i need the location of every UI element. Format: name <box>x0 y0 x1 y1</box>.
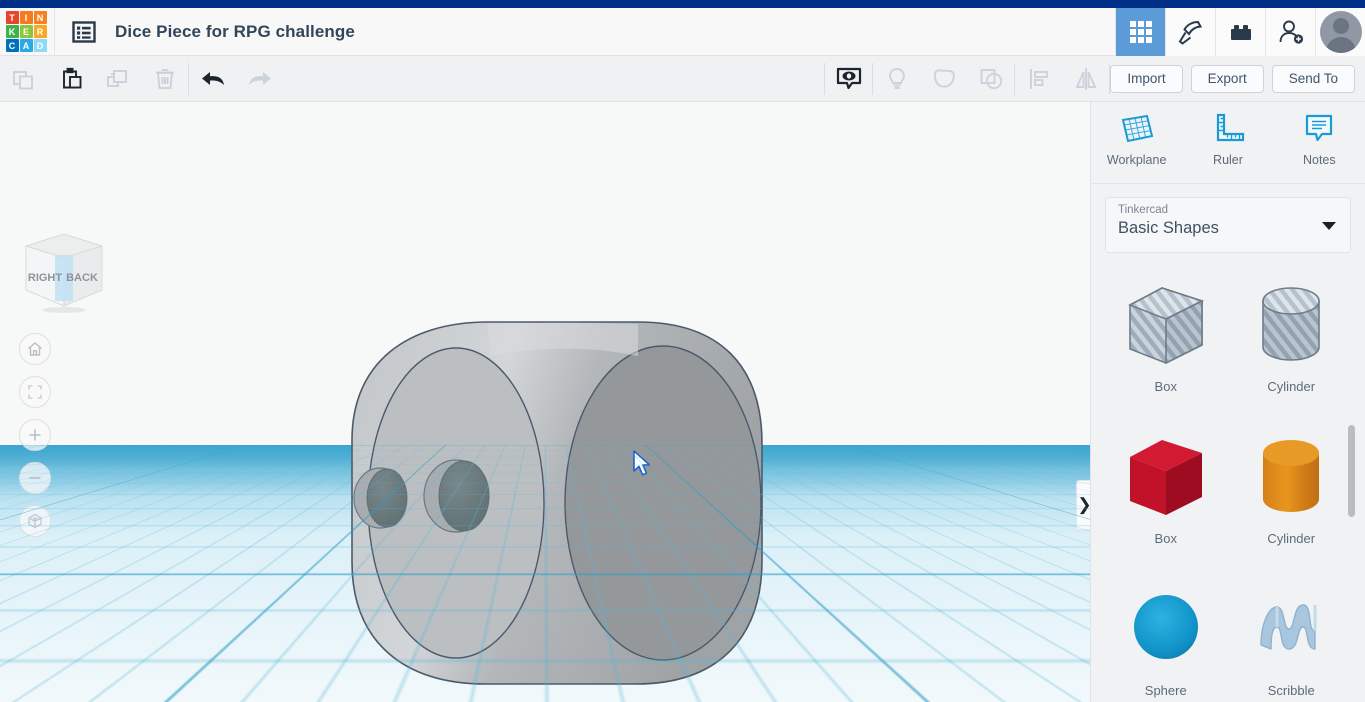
shape-label: Sphere <box>1144 683 1187 698</box>
undo-icon[interactable] <box>189 57 236 101</box>
toolbar-action-buttons: Import Export Send To <box>1110 64 1365 93</box>
copy-icon[interactable] <box>0 57 47 101</box>
workplane-tool[interactable]: Workplane <box>1091 112 1182 183</box>
zoom-out-button[interactable] <box>19 462 51 494</box>
fit-to-view-button[interactable] <box>19 376 51 408</box>
chevron-right-icon[interactable]: ❯ <box>1076 480 1090 530</box>
shape-thumbnail <box>1122 577 1210 681</box>
logo-tile: D <box>33 39 47 52</box>
viewcube-face-left: RIGHT <box>28 272 63 284</box>
ruler-tool[interactable]: Ruler <box>1182 112 1273 183</box>
shapes-grid: Box Cylinder Box Cylinder Sphere Scribbl… <box>1091 257 1365 702</box>
duplicate-icon[interactable] <box>94 57 141 101</box>
group-icon[interactable] <box>967 57 1014 101</box>
view-cube[interactable]: RIGHT BACK <box>18 228 110 314</box>
shape-box-solid[interactable]: Box <box>1103 417 1229 557</box>
notes-icon <box>1306 114 1333 142</box>
shape-scribble[interactable]: Scribble <box>1229 569 1355 702</box>
shape-cylinder-hole[interactable]: Cylinder <box>1229 265 1355 405</box>
grid-apps-icon[interactable] <box>1115 7 1165 56</box>
workplane-icon <box>1121 114 1153 143</box>
library-provider-label: Tinkercad <box>1118 204 1169 216</box>
shape-sphere-solid[interactable]: Sphere <box>1103 569 1229 702</box>
dice-model-3d[interactable] <box>338 310 770 700</box>
list-icon[interactable] <box>69 17 99 47</box>
shape-label: Cylinder <box>1267 531 1316 546</box>
design-canvas[interactable]: RIGHT BACK <box>0 102 1090 702</box>
add-user-icon[interactable] <box>1265 7 1315 56</box>
send-to-button[interactable]: Send To <box>1271 64 1355 93</box>
logo-tile: T <box>5 11 19 24</box>
workplane-tool-label: Workplane <box>1106 153 1167 167</box>
delete-icon[interactable] <box>141 57 188 101</box>
chevron-down-icon <box>1322 222 1336 230</box>
shape-thumbnail <box>1247 425 1335 529</box>
mirror-icon[interactable] <box>1062 57 1109 101</box>
page-title[interactable]: Dice Piece for RPG challenge <box>115 22 355 42</box>
import-button[interactable]: Import <box>1110 64 1183 93</box>
app-header: TIN KER CAD Dice Piece for RPG challenge <box>0 7 1365 56</box>
logo-tile: A <box>19 39 33 52</box>
logo-tile: I <box>19 11 33 24</box>
edit-toolbar: Import Export Send To <box>0 56 1365 102</box>
shape-thumbnail <box>1247 273 1335 377</box>
home-view-button[interactable] <box>19 333 51 365</box>
header-actions <box>1115 7 1365 56</box>
perspective-toggle-button[interactable] <box>19 505 51 537</box>
logo-tile: N <box>33 11 47 24</box>
view-navigation-controls <box>19 333 51 537</box>
shape-label: Box <box>1154 379 1177 394</box>
avatar-image <box>1319 10 1362 53</box>
shape-box-hole[interactable]: Box <box>1103 265 1229 405</box>
panel-tools-row: Workplane Ruler Notes <box>1091 102 1365 184</box>
lego-brick-icon[interactable] <box>1215 7 1265 56</box>
shape-label: Scribble <box>1267 683 1315 698</box>
ruler-tool-label: Ruler <box>1213 153 1243 167</box>
logo-tile: R <box>33 25 47 38</box>
shape-thumbnail <box>1122 425 1210 529</box>
shape-label: Cylinder <box>1267 379 1316 394</box>
shapes-scroll-area[interactable]: Box Cylinder Box Cylinder Sphere Scribbl… <box>1091 257 1365 702</box>
notes-tool[interactable]: Notes <box>1274 112 1365 183</box>
pickaxe-icon[interactable] <box>1165 7 1215 56</box>
notes-tool-label: Notes <box>1302 153 1336 167</box>
shape-thumbnail <box>1122 273 1210 377</box>
shapes-scrollbar-track[interactable] <box>1348 262 1360 702</box>
redo-icon[interactable] <box>236 57 283 101</box>
shape-library-select[interactable]: Tinkercad Basic Shapes <box>1105 197 1351 253</box>
tinkercad-logo[interactable]: TIN KER CAD <box>4 10 48 54</box>
logo-tile: C <box>5 39 19 52</box>
header-divider <box>54 7 55 56</box>
align-icon[interactable] <box>1015 57 1062 101</box>
solid-view-icon[interactable] <box>825 57 872 101</box>
zoom-in-button[interactable] <box>19 419 51 451</box>
logo-tile: K <box>5 25 19 38</box>
light-bulb-icon[interactable] <box>873 57 920 101</box>
logo-tile: E <box>19 25 33 38</box>
shapes-scrollbar-thumb[interactable] <box>1348 425 1355 517</box>
library-collection-label: Basic Shapes <box>1118 219 1219 237</box>
paste-icon[interactable] <box>47 57 94 101</box>
shape-thumbnail <box>1247 577 1335 681</box>
tinkercad-app: TIN KER CAD Dice Piece for RPG challenge I… <box>0 0 1365 702</box>
viewcube-face-right: BACK <box>66 272 98 284</box>
shape-cylinder-solid[interactable]: Cylinder <box>1229 417 1355 557</box>
avatar[interactable] <box>1315 7 1365 56</box>
shape-label: Box <box>1154 531 1177 546</box>
ruler-icon <box>1216 113 1245 142</box>
shapes-panel: Workplane Ruler Notes Tinkercad Basic Sh… <box>1090 102 1365 702</box>
shape-icon[interactable] <box>920 57 967 101</box>
export-button[interactable]: Export <box>1190 64 1264 93</box>
